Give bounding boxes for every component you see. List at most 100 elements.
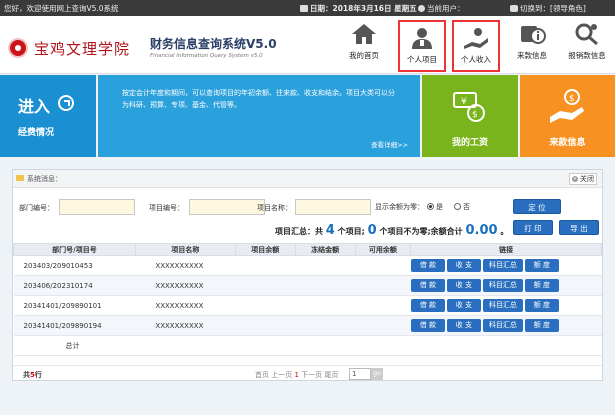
salary-label: 我的工资 xyxy=(451,138,488,148)
show-zero-label: 显示余额为零： xyxy=(375,203,424,211)
query-panel: 系统消息： × 关闭 部门编号： 项目编号： 项目名称： 显示余额为零： 是 否 … xyxy=(12,169,603,381)
switch-icon xyxy=(510,5,518,12)
row-links: 借 款收 支科目汇总额 度 xyxy=(410,255,602,276)
person-icon xyxy=(412,28,432,49)
income-expense-button[interactable]: 收 支 xyxy=(446,279,481,292)
system-message-label: 系统消息： xyxy=(27,175,62,183)
quota-button[interactable]: 额 度 xyxy=(524,259,559,272)
export-button[interactable]: 导 出 xyxy=(559,220,599,235)
income-expense-button[interactable]: 收 支 xyxy=(446,259,481,272)
loan-button[interactable]: 借 款 xyxy=(410,319,445,332)
welcome-text: 您好，欢迎使用网上查询V5.0系统 xyxy=(4,4,119,13)
enter-label: 进入 xyxy=(18,97,51,116)
project-no-input[interactable] xyxy=(189,199,265,215)
nonzero-count: 0 xyxy=(367,223,377,238)
project-no-label: 项目编号： xyxy=(149,204,184,212)
show-zero-no-radio[interactable] xyxy=(454,203,461,210)
income-expense-button[interactable]: 收 支 xyxy=(446,319,481,332)
money-icon: ¥ $ xyxy=(453,92,485,122)
table-header: 部门号/项目号 项目名称 项目余额 冻结金额 可用余额 链接 xyxy=(13,243,602,256)
description-text: 按定会计年度和期间，可以查询项目的年初余额、往来款、收支和结余。项目大类可以分为… xyxy=(122,89,395,109)
header: 宝鸡文理学院 财务信息查询系统V5.0 Financial Informatio… xyxy=(0,16,615,74)
print-button[interactable]: 打 印 xyxy=(513,220,553,235)
salary-tile[interactable]: ¥ $ 我的工资 xyxy=(422,75,518,157)
prev-page-link[interactable]: 上一页 xyxy=(271,371,292,379)
locate-button[interactable]: 定 位 xyxy=(513,199,561,214)
quota-button[interactable]: 额 度 xyxy=(524,279,559,292)
loan-button[interactable]: 借 款 xyxy=(410,299,445,312)
show-zero-yes-radio[interactable] xyxy=(427,203,434,210)
close-button[interactable]: × 关闭 xyxy=(569,173,597,185)
svg-text:$: $ xyxy=(569,94,575,104)
subject-summary-button[interactable]: 科目汇总 xyxy=(482,259,523,272)
nav-personal-income[interactable]: 个人收入 xyxy=(452,20,500,72)
envelope-icon xyxy=(16,175,24,181)
system-message-bar: 系统消息： × 关闭 xyxy=(13,170,602,188)
description-panel: 按定会计年度和期间，可以查询项目的年初余额、往来款、收支和结余。项目大类可以分为… xyxy=(98,75,420,157)
arrow-circle-icon xyxy=(58,95,74,111)
table-row: 20341401/209890101 XXXXXXXXXX 借 款收 支科目汇总… xyxy=(13,295,602,316)
hand-coin-icon: $ xyxy=(550,89,584,123)
pager: 首页 上一页 1 下一页 尾页 xyxy=(255,370,338,380)
loan-button[interactable]: 借 款 xyxy=(410,279,445,292)
system-title: 财务信息查询系统V5.0 xyxy=(150,37,277,51)
nav-home[interactable]: 我的首页 xyxy=(340,18,388,70)
row-count: 共5行 xyxy=(23,371,42,379)
nav-incoming-info[interactable]: 来款信息 xyxy=(508,18,556,70)
user-icon xyxy=(418,5,425,12)
calendar-icon xyxy=(300,5,308,12)
project-table: 部门号/项目号 项目名称 项目余额 冻结金额 可用余额 链接 203403/20… xyxy=(13,243,602,356)
svg-text:¥: ¥ xyxy=(461,97,467,107)
yes-label: 是 xyxy=(436,203,443,211)
current-user: 当前用户： xyxy=(418,3,465,14)
system-subtitle: Financial Information Query System v5.0 xyxy=(150,53,263,59)
go-button[interactable]: go xyxy=(371,368,383,380)
page-input[interactable]: 1 xyxy=(349,368,371,380)
funds-entry-tile[interactable]: 进入 经费情况 xyxy=(0,75,96,157)
incoming-tile[interactable]: $ 来款信息 xyxy=(520,75,615,157)
table-footer: 共5行 首页 上一页 1 下一页 尾页 1 go xyxy=(13,365,602,381)
nav-personal-projects[interactable]: 个人项目 xyxy=(398,20,446,72)
income-icon xyxy=(464,28,488,49)
next-page-link[interactable]: 下一页 xyxy=(301,371,322,379)
subject-summary-button[interactable]: 科目汇总 xyxy=(482,319,523,332)
quota-button[interactable]: 额 度 xyxy=(524,299,559,312)
subject-summary-button[interactable]: 科目汇总 xyxy=(482,299,523,312)
first-page-link[interactable]: 首页 xyxy=(255,371,269,379)
nav-reimbursement-info[interactable]: 报销款信息 xyxy=(560,18,614,70)
view-details-link[interactable]: 查看详细>> xyxy=(371,139,408,149)
last-page-link[interactable]: 尾页 xyxy=(324,371,338,379)
row-links: 借 款收 支科目汇总额 度 xyxy=(410,275,602,296)
svg-text:$: $ xyxy=(472,110,478,120)
school-logo xyxy=(8,38,28,58)
table-row: 203406/202310174 XXXXXXXXXX 借 款收 支科目汇总额 … xyxy=(13,275,602,296)
project-summary: 项目汇总：共 4 个项目; 0 个项目不为零;余额合计 0.00 。 xyxy=(275,223,509,238)
search-money-icon xyxy=(575,23,598,46)
project-name-input[interactable] xyxy=(295,199,371,215)
funds-label: 经费情况 xyxy=(18,128,55,138)
row-links: 借 款收 支科目汇总额 度 xyxy=(410,315,602,336)
project-name-label: 项目名称： xyxy=(257,204,292,212)
school-name: 宝鸡文理学院 xyxy=(34,40,131,58)
role-switch[interactable]: 切换到：[领导角色] xyxy=(510,3,586,14)
project-count: 4 xyxy=(325,223,335,238)
no-label: 否 xyxy=(463,203,470,211)
total-row: 总计 xyxy=(13,335,602,356)
loan-button[interactable]: 借 款 xyxy=(410,259,445,272)
top-bar: 您好，欢迎使用网上查询V5.0系统 日期：2018年3月16日 星期五 当前用户… xyxy=(0,0,615,16)
row-links: 借 款收 支科目汇总额 度 xyxy=(410,295,602,316)
incoming-label: 来款信息 xyxy=(549,138,586,148)
date-text: 日期：2018年3月16日 星期五 xyxy=(300,3,417,14)
dept-input[interactable] xyxy=(59,199,135,215)
balance-total: 0.00 xyxy=(465,223,498,238)
table-row: 203403/209010453 XXXXXXXXXX 借 款收 支科目汇总额 … xyxy=(13,255,602,276)
current-page: 1 xyxy=(294,371,299,379)
total-label: 总计 xyxy=(13,335,136,356)
info-icon xyxy=(521,26,546,44)
quota-button[interactable]: 额 度 xyxy=(524,319,559,332)
dept-label: 部门编号： xyxy=(19,204,54,212)
income-expense-button[interactable]: 收 支 xyxy=(446,299,481,312)
table-row: 20341401/209890194 XXXXXXXXXX 借 款收 支科目汇总… xyxy=(13,315,602,336)
subject-summary-button[interactable]: 科目汇总 xyxy=(482,279,523,292)
close-icon: × xyxy=(572,176,578,182)
